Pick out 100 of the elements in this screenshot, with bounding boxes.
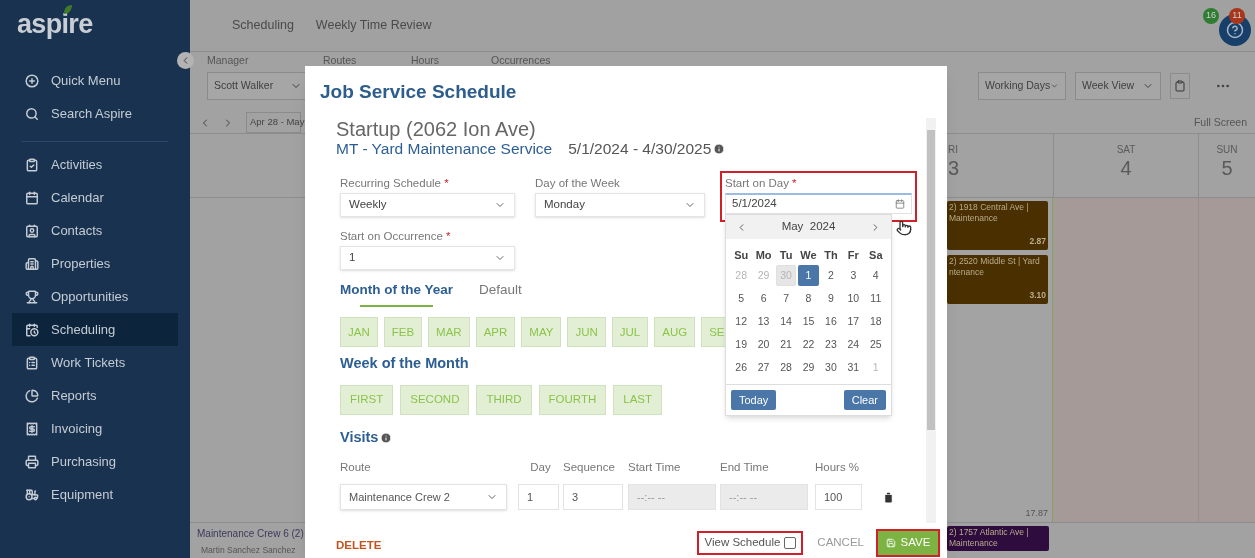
event-card[interactable]: 2) 1757 Atlantic Ave | Maintenance: [947, 526, 1049, 551]
column-header: Route: [340, 459, 372, 475]
receipt-icon: [25, 421, 39, 436]
sidebar-item[interactable]: Equipment: [12, 478, 178, 511]
field-label: Recurring Schedule *: [340, 176, 450, 191]
select-field[interactable]: 1: [340, 246, 515, 270]
select-field[interactable]: Monday: [535, 193, 705, 217]
weekday-label: Th: [823, 247, 839, 263]
section-tab[interactable]: Month of the Year: [340, 280, 453, 308]
calendar-day[interactable]: 11: [865, 288, 886, 309]
trash-icon[interactable]: [882, 490, 895, 504]
day-number: 5: [1221, 156, 1233, 180]
calendar-day[interactable]: 3: [843, 265, 864, 286]
weekday-label: Mo: [754, 247, 773, 263]
modal-title: Job Service Schedule: [320, 79, 517, 104]
pie-chart-icon: [25, 388, 39, 403]
calendar-day[interactable]: 31: [843, 357, 864, 378]
calendar-day[interactable]: 2: [820, 265, 842, 286]
sidebar-item[interactable]: Search Aspire: [12, 97, 178, 130]
calendar-day[interactable]: 1: [798, 265, 819, 286]
calendar-day[interactable]: 22: [798, 334, 819, 355]
app-logo[interactable]: aspire: [17, 9, 93, 39]
weekday-label: We: [799, 247, 818, 263]
sidebar-item[interactable]: Work Tickets: [12, 346, 178, 379]
event-text: Maintenance: [949, 538, 999, 549]
start-time-input[interactable]: --:-- --: [628, 484, 716, 510]
calendar-day[interactable]: 28: [775, 357, 797, 378]
select-field[interactable]: Weekly: [340, 193, 515, 217]
calendar-day[interactable]: 17: [843, 311, 864, 332]
view-select[interactable]: Week View: [1075, 72, 1161, 100]
info-icon: [380, 431, 393, 444]
calendar-day[interactable]: 25: [865, 334, 886, 355]
service-name[interactable]: MT - Yard Maintenance Service: [336, 140, 553, 158]
sidebar-item[interactable]: Activities: [12, 148, 178, 181]
calendar-day[interactable]: 12: [731, 311, 752, 332]
clipboard-icon: [1174, 80, 1186, 92]
day-name: SUN: [1216, 144, 1238, 156]
today-button[interactable]: Today: [731, 390, 777, 410]
info-icon: [713, 143, 726, 155]
calendar-day[interactable]: 20: [753, 334, 774, 355]
calendar-day[interactable]: 19: [731, 334, 752, 355]
sidebar-item[interactable]: Scheduling: [12, 313, 178, 346]
leaf-icon: [63, 4, 73, 15]
calendar-day[interactable]: 26: [731, 357, 752, 378]
calendar-day[interactable]: 14: [775, 311, 797, 332]
event-hours: 3.10: [1029, 288, 1046, 302]
calendar-day[interactable]: 10: [843, 288, 864, 309]
calendar-day[interactable]: 5: [731, 288, 752, 309]
working-days-select[interactable]: Working Days: [978, 72, 1066, 100]
clear-button[interactable]: Clear: [843, 390, 886, 410]
view-schedule-toggle[interactable]: View Schedule: [697, 531, 804, 555]
end-time-input[interactable]: --:-- --: [720, 484, 808, 510]
calendar-day[interactable]: 29: [798, 357, 819, 378]
calendar-day[interactable]: 30: [820, 357, 842, 378]
sidebar-item[interactable]: Purchasing: [12, 445, 178, 478]
question-icon: [1226, 20, 1244, 39]
sidebar-item[interactable]: Quick Menu: [12, 64, 178, 97]
calendar-day[interactable]: 21: [775, 334, 797, 355]
day-input[interactable]: 1: [518, 484, 559, 510]
day-number: 3: [948, 156, 960, 180]
calendar-day[interactable]: 7: [775, 288, 797, 309]
crew-member: Martin Sanchez Sanchez: [201, 544, 296, 557]
calendar-day[interactable]: 6: [753, 288, 774, 309]
event-hours: 2.87: [1029, 235, 1046, 248]
collapse-button[interactable]: [177, 52, 194, 69]
sequence-input[interactable]: 3: [563, 484, 623, 510]
sidebar-item[interactable]: Invoicing: [12, 412, 178, 445]
top-tab[interactable]: Weekly Time Review: [315, 16, 432, 35]
calendar-day[interactable]: 9: [820, 288, 842, 309]
sidebar-item[interactable]: Opportunities: [12, 280, 178, 313]
clipboard-check-icon: [25, 157, 39, 172]
clipboard-button[interactable]: [1170, 73, 1190, 99]
help-button[interactable]: [1219, 13, 1251, 46]
route-select[interactable]: Maintenance Crew 2: [340, 484, 507, 510]
calendar-day[interactable]: 24: [843, 334, 864, 355]
event-card[interactable]: 2) 1918 Central Ave | Maintenance 2.87: [947, 201, 1048, 250]
scrollbar[interactable]: [926, 118, 936, 523]
checkbox[interactable]: [784, 537, 797, 549]
weekday-label: Sa: [868, 247, 884, 263]
calendar-day[interactable]: 18: [865, 311, 886, 332]
tractor-icon: [25, 487, 39, 502]
day-name: RI: [948, 144, 958, 156]
event-card[interactable]: 2) 2520 Middle St | Yard ntenance 3.10: [947, 254, 1048, 304]
calendar-day[interactable]: 4: [865, 265, 886, 286]
hours-input[interactable]: 100: [815, 484, 862, 510]
calendar-day[interactable]: 27: [753, 357, 774, 378]
delete-button[interactable]: DELETE: [336, 536, 382, 555]
sidebar-item[interactable]: Calendar: [12, 181, 178, 214]
sidebar-item[interactable]: Properties: [12, 247, 178, 280]
calendar-day[interactable]: 15: [798, 311, 819, 332]
top-tab[interactable]: Scheduling: [232, 16, 294, 35]
search-icon: [25, 106, 39, 121]
sidebar-item[interactable]: Reports: [12, 379, 178, 412]
calendar-day[interactable]: 23: [820, 334, 842, 355]
sidebar-item[interactable]: Contacts: [12, 214, 178, 247]
calendar-day[interactable]: 16: [820, 311, 842, 332]
section-heading: Week of the Month: [340, 354, 469, 374]
section-tab[interactable]: Default: [479, 280, 522, 308]
calendar-day[interactable]: 13: [753, 311, 774, 332]
calendar-day[interactable]: 8: [798, 288, 819, 309]
